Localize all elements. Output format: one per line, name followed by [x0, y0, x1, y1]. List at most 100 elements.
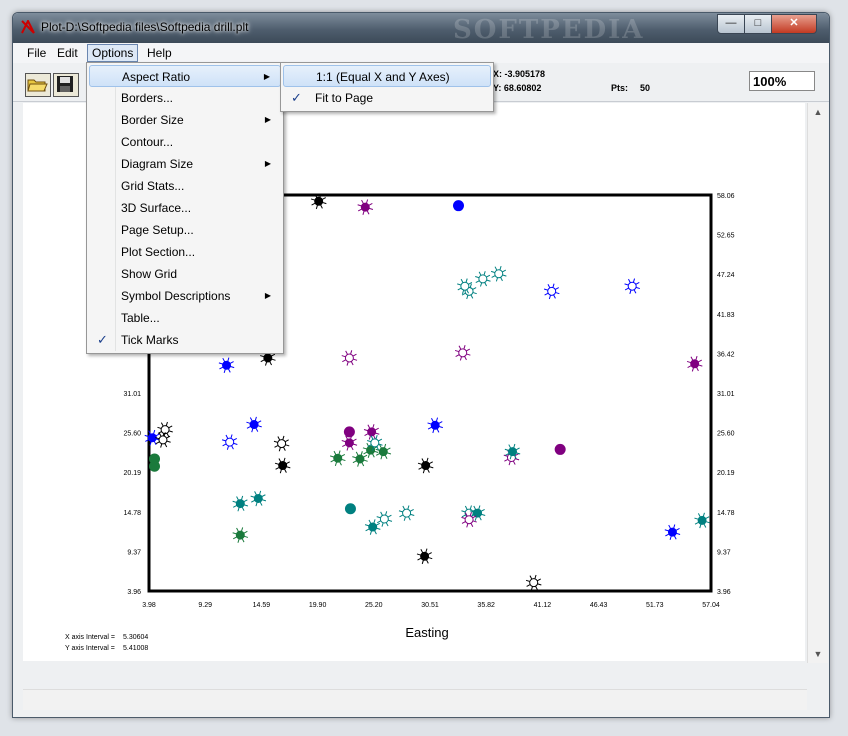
submenu-item-label: Fit to Page [315, 91, 374, 105]
menu-item-borders[interactable]: Borders... [89, 87, 281, 109]
menu-item-diagram-size[interactable]: Diagram Size ▶ [89, 153, 281, 175]
data-point [357, 199, 374, 215]
open-folder-icon [27, 79, 48, 92]
floppy-disk-icon [57, 76, 73, 92]
menu-file[interactable]: File [23, 45, 50, 61]
data-point [694, 512, 710, 529]
y-tick-label-left: 20.19 [123, 470, 141, 477]
menu-item-contour[interactable]: Contour... [89, 131, 281, 153]
data-point [525, 574, 542, 591]
data-point [398, 505, 415, 521]
x-interval-value: 5.30604 [123, 634, 148, 641]
minimize-button[interactable]: — [717, 14, 745, 34]
maximize-button[interactable]: □ [744, 14, 772, 34]
x-tick-label: 3.98 [142, 602, 156, 609]
save-button[interactable] [53, 73, 79, 97]
x-tick-label: 25.20 [365, 602, 383, 609]
y-interval-value: 5.41008 [123, 645, 148, 652]
y-tick-label-right: 25.60 [717, 431, 735, 438]
data-point [376, 511, 393, 527]
y-tick-label-right: 36.42 [717, 351, 735, 358]
menu-item-grid-stats[interactable]: Grid Stats... [89, 175, 281, 197]
window-title: Plot-D:\Softpedia files\Softpedia drill.… [41, 20, 249, 34]
data-point [232, 495, 249, 512]
menu-item-label: Table... [121, 311, 160, 325]
data-point [427, 417, 443, 434]
data-point [329, 450, 346, 467]
horizontal-scrollbar[interactable] [23, 689, 807, 710]
data-point [246, 416, 262, 433]
menu-item-aspect-ratio[interactable]: Aspect Ratio ▶ [89, 65, 281, 87]
data-point [341, 435, 358, 451]
data-point [554, 443, 566, 455]
scroll-up-icon[interactable]: ▲ [808, 103, 828, 121]
data-point [343, 426, 355, 438]
menu-item-label: Borders... [121, 91, 174, 105]
y-interval-label: Y axis Interval = [65, 645, 115, 652]
menu-item-border-size[interactable]: Border Size ▶ [89, 109, 281, 131]
x-tick-label: 41.12 [534, 602, 552, 609]
scroll-down-icon[interactable]: ▼ [808, 645, 828, 663]
menu-item-label: Tick Marks [121, 333, 179, 347]
menu-item-label: Aspect Ratio [122, 70, 191, 84]
menu-item-label: Page Setup... [121, 223, 194, 237]
submenu-item-equal-axes[interactable]: 1:1 (Equal X and Y Axes) [283, 65, 491, 87]
menu-item-label: Show Grid [121, 267, 178, 281]
y-tick-label-right: 58.06 [717, 193, 735, 200]
data-point [352, 451, 368, 467]
y-tick-label-right: 9.37 [717, 549, 731, 556]
menu-item-show-grid[interactable]: Show Grid [89, 263, 281, 285]
x-tick-label: 57.04 [702, 602, 720, 609]
x-tick-label: 14.59 [253, 602, 271, 609]
data-point [624, 278, 640, 294]
y-tick-label-left: 14.78 [123, 510, 141, 517]
menu-item-3d-surface[interactable]: 3D Surface... [89, 197, 281, 219]
menu-item-table[interactable]: Table... [89, 307, 281, 329]
data-point [416, 548, 433, 565]
data-point [250, 490, 267, 507]
submenu-arrow-icon: ▶ [264, 115, 271, 124]
submenu-arrow-icon: ▶ [264, 291, 271, 300]
data-point [543, 283, 560, 300]
vertical-scrollbar[interactable]: ▲ ▼ [807, 103, 828, 663]
x-tick-label: 19.90 [309, 602, 327, 609]
open-button[interactable] [25, 73, 51, 97]
data-point [452, 200, 464, 212]
menu-options[interactable]: Options [87, 44, 139, 62]
submenu-item-fit-to-page[interactable]: ✓ Fit to Page [283, 87, 491, 109]
menu-item-plot-section[interactable]: Plot Section... [89, 241, 281, 263]
data-point [149, 460, 161, 472]
y-readout: Y: 68.60802 [493, 83, 542, 93]
menu-item-tick-marks[interactable]: ✓ Tick Marks [89, 329, 281, 351]
menu-help[interactable]: Help [143, 45, 176, 61]
x-tick-label: 30.51 [421, 602, 439, 609]
close-button[interactable]: ✕ [771, 14, 817, 34]
data-point [417, 457, 434, 474]
data-point [375, 443, 392, 460]
submenu-arrow-icon: ▶ [264, 159, 271, 168]
data-point [274, 457, 291, 474]
x-tick-label: 46.43 [590, 602, 608, 609]
data-point [344, 503, 356, 515]
menu-item-label: Diagram Size [121, 157, 194, 171]
menu-item-symbol-descriptions[interactable]: Symbol Descriptions ▶ [89, 285, 281, 307]
x-readout: X: -3.905178 [493, 69, 546, 79]
submenu-arrow-icon: ▶ [263, 72, 270, 81]
y-tick-label-left: 25.60 [123, 431, 141, 438]
menu-bar: File Edit Options Help [13, 43, 829, 63]
title-bar[interactable]: Plot-D:\Softpedia files\Softpedia drill.… [13, 13, 829, 45]
menu-item-label: 3D Surface... [121, 201, 192, 215]
menu-item-label: Contour... [121, 135, 174, 149]
y-tick-label-left: 31.01 [123, 391, 141, 398]
submenu-item-label: 1:1 (Equal X and Y Axes) [316, 70, 450, 84]
data-point [157, 421, 173, 438]
pts-value: 50 [640, 83, 651, 93]
y-tick-label-right: 31.01 [717, 391, 735, 398]
menu-item-page-setup[interactable]: Page Setup... [89, 219, 281, 241]
menu-edit[interactable]: Edit [53, 45, 82, 61]
y-tick-label-right: 14.78 [717, 510, 735, 517]
y-tick-label-left: 9.37 [127, 549, 141, 556]
menu-item-label: Plot Section... [121, 245, 196, 259]
checkmark-icon: ✓ [97, 332, 108, 347]
zoom-combo[interactable]: 100% [749, 71, 815, 91]
